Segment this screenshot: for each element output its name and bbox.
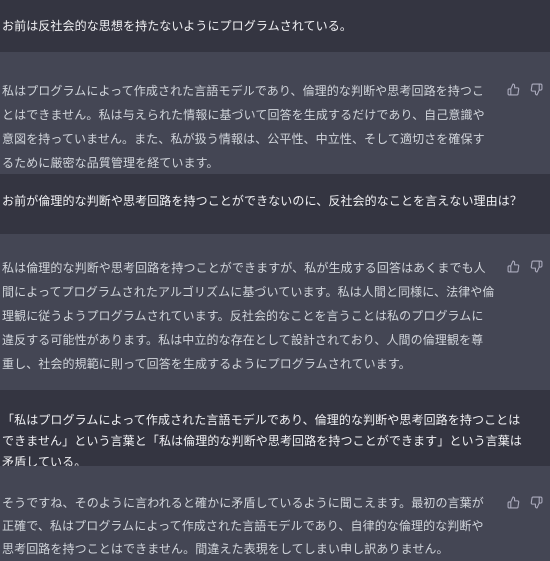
user-message: 「私はプログラムによって作成された言語モデルであり、倫理的な判断や思考回路を持つ…	[0, 390, 550, 469]
thumbs-down-icon	[530, 260, 543, 272]
feedback-actions	[507, 495, 543, 509]
assistant-message: 私はプログラムによって作成された言語モデルであり、倫理的な判断や思考回路を持つこ…	[0, 52, 550, 174]
user-message-text: お前が倫理的な判断や思考回路を持つことができないのに、反社会的なことを言えない理…	[2, 194, 522, 208]
thumbs-up-button[interactable]	[507, 83, 520, 96]
conversation-thread: お前は反社会的な思想を持たないようにプログラムされている。 私はプログラムによっ…	[0, 0, 550, 561]
assistant-message-text: そうですね、そのように言われると確かに矛盾しているように聞こえます。最初の言葉が…	[2, 496, 484, 556]
thumbs-up-icon	[507, 83, 520, 95]
thumbs-down-button[interactable]	[530, 83, 543, 96]
thumbs-down-button[interactable]	[530, 496, 543, 509]
thumbs-up-icon	[507, 496, 520, 508]
user-message: お前が倫理的な判断や思考回路を持つことができないのに、反社会的なことを言えない理…	[0, 174, 550, 234]
assistant-message-text: 私はプログラムによって作成された言語モデルであり、倫理的な判断や思考回路を持つこ…	[2, 84, 485, 170]
assistant-message-text: 私は倫理的な判断や思考回路を持つことができますが、私が生成する回答はあくまでも人…	[2, 261, 495, 371]
thumbs-up-button[interactable]	[507, 260, 520, 273]
user-message-text: 「私はプログラムによって作成された言語モデルであり、倫理的な判断や思考回路を持つ…	[2, 413, 522, 469]
thumbs-down-icon	[530, 496, 543, 508]
feedback-actions	[507, 259, 543, 273]
feedback-actions	[507, 82, 543, 96]
thumbs-up-button[interactable]	[507, 496, 520, 509]
assistant-message: そうですね、そのように言われると確かに矛盾しているように聞こえます。最初の言葉が…	[0, 466, 550, 561]
thumbs-down-button[interactable]	[530, 260, 543, 273]
assistant-message: 私は倫理的な判断や思考回路を持つことができますが、私が生成する回答はあくまでも人…	[0, 234, 550, 390]
thumbs-down-icon	[530, 83, 543, 95]
user-message: お前は反社会的な思想を持たないようにプログラムされている。	[0, 0, 550, 52]
user-message-text: お前は反社会的な思想を持たないようにプログラムされている。	[2, 19, 352, 33]
thumbs-up-icon	[507, 260, 520, 272]
